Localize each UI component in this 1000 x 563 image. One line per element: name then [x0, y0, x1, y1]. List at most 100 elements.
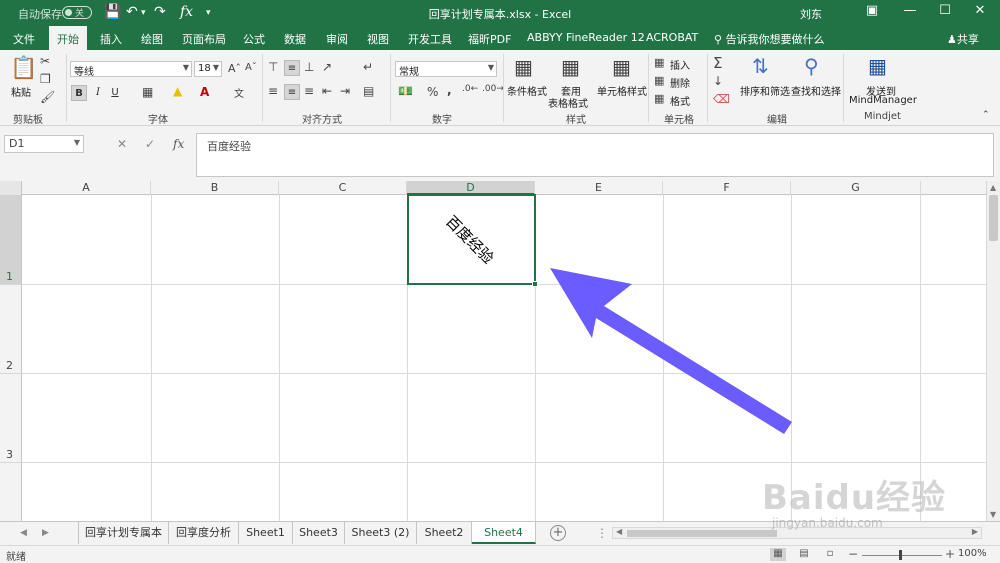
sheet-tab[interactable]: 回享度分析 — [169, 522, 239, 544]
wrap-text-icon[interactable]: ↵ — [363, 60, 373, 74]
save-icon[interactable]: 💾 — [104, 4, 121, 20]
align-left-icon[interactable]: ≡ — [268, 84, 278, 98]
user-name[interactable]: 刘东 — [800, 6, 822, 22]
tab-view[interactable]: 视图 — [367, 31, 389, 47]
mindmanager-icon[interactable]: ▦ — [868, 54, 887, 78]
name-box[interactable]: D1 ▼ — [4, 135, 84, 153]
decrease-font-icon[interactable]: Aˇ — [245, 62, 257, 73]
insert-function-button[interactable]: fx — [173, 137, 184, 151]
column-header-e[interactable]: E — [535, 181, 663, 195]
italic-button[interactable]: I — [90, 85, 106, 101]
decrease-indent-icon[interactable]: ⇤ — [322, 84, 332, 98]
accounting-format-icon[interactable]: 💵 — [398, 84, 413, 98]
tab-page-layout[interactable]: 页面布局 — [182, 31, 226, 47]
tell-me-search[interactable]: ⚲ 告诉我你想要做什么 — [714, 31, 825, 47]
borders-icon[interactable]: ▦ — [142, 85, 153, 99]
page-break-view-icon[interactable]: ▫ — [822, 548, 838, 561]
align-middle-button[interactable]: ≡ — [284, 60, 300, 76]
tab-developer[interactable]: 开发工具 — [408, 31, 452, 47]
sort-filter-icon[interactable]: ⇅ — [752, 54, 769, 78]
cell-styles-icon[interactable]: ▦ — [612, 55, 631, 79]
align-center-button[interactable]: ≡ — [284, 84, 300, 100]
cancel-icon[interactable]: ✕ — [117, 137, 127, 151]
comma-button[interactable]: , — [447, 83, 452, 97]
undo-dropdown-icon[interactable]: ▾ — [141, 8, 146, 18]
bold-button[interactable]: B — [71, 85, 87, 101]
cut-icon[interactable]: ✂ — [40, 54, 50, 68]
sheet-tab[interactable]: Sheet2 — [417, 522, 472, 544]
zoom-out-icon[interactable]: − — [848, 547, 858, 561]
row-header-4[interactable] — [0, 463, 22, 521]
fill-handle[interactable] — [532, 281, 538, 287]
collapse-ribbon-icon[interactable]: ⌃ — [982, 110, 990, 120]
orientation-icon[interactable]: ↗ — [322, 60, 332, 74]
font-color-icon[interactable]: A — [200, 85, 209, 99]
autosave-toggle[interactable]: 关 — [62, 6, 92, 19]
select-all-corner[interactable] — [0, 181, 22, 195]
more-sheets-icon[interactable]: ⋮ — [596, 526, 608, 540]
next-sheet-icon[interactable]: ▶ — [42, 528, 49, 538]
autosum-button[interactable]: Σ — [713, 54, 722, 72]
row-header-2[interactable]: 2 — [0, 285, 22, 374]
cell-styles-label[interactable]: 单元格样式 — [597, 83, 647, 98]
zoom-level[interactable]: 100% — [958, 548, 987, 559]
underline-button[interactable]: U — [107, 85, 123, 101]
prev-sheet-icon[interactable]: ◀ — [20, 528, 27, 538]
align-top-icon[interactable]: ⊤ — [268, 60, 278, 74]
add-sheet-button[interactable]: + — [550, 525, 566, 541]
undo-icon[interactable]: ↶ — [126, 4, 138, 20]
send-to-label-2[interactable]: MindManager — [849, 95, 917, 106]
increase-indent-icon[interactable]: ⇥ — [340, 84, 350, 98]
ribbon-display-icon[interactable]: ▣ — [862, 3, 882, 18]
copy-icon[interactable]: ❐ — [40, 72, 51, 86]
align-right-icon[interactable]: ≡ — [304, 84, 314, 98]
insert-cells-icon[interactable]: ▦ — [654, 56, 664, 69]
format-painter-icon[interactable]: 🖌 — [40, 90, 55, 104]
font-size-combo[interactable]: 18 ▼ — [194, 61, 222, 77]
align-bottom-icon[interactable]: ⊥ — [304, 60, 314, 74]
tab-abbyy[interactable]: ABBYY FineReader 12 — [527, 31, 645, 44]
fill-icon[interactable]: ↓ — [713, 74, 723, 88]
tab-formulas[interactable]: 公式 — [243, 31, 265, 47]
sheet-tab[interactable]: Sheet1 — [239, 522, 293, 544]
fill-color-icon[interactable]: ▲ — [173, 84, 182, 98]
paste-icon[interactable]: 📋 — [10, 56, 37, 81]
zoom-slider-knob[interactable] — [899, 550, 902, 560]
increase-font-icon[interactable]: Aˆ — [228, 62, 241, 75]
row-header-1[interactable]: 1 — [0, 195, 22, 285]
number-format-combo[interactable]: 常规 ▼ — [395, 61, 497, 78]
table-format-label-2[interactable]: 表格格式 — [548, 95, 588, 110]
merge-center-icon[interactable]: ▤ — [363, 84, 374, 98]
sort-filter-label[interactable]: 排序和筛选 — [740, 83, 790, 98]
conditional-format-label[interactable]: 条件格式 — [507, 83, 547, 98]
tab-review[interactable]: 审阅 — [326, 31, 348, 47]
find-select-label[interactable]: 查找和选择 — [791, 83, 841, 98]
redo-icon[interactable]: ↷ — [154, 4, 166, 20]
insert-cells-label[interactable]: 插入 — [670, 57, 690, 72]
share-button[interactable]: ♟共享 — [947, 31, 979, 47]
column-header-b[interactable]: B — [151, 181, 279, 195]
conditional-format-icon[interactable]: ▦ — [514, 55, 533, 79]
minimize-icon[interactable]: — — [900, 3, 920, 18]
font-name-combo[interactable]: 等线 ▼ — [70, 61, 192, 78]
scroll-left-icon[interactable]: ◀ — [616, 527, 622, 536]
column-header-a[interactable]: A — [22, 181, 151, 195]
tab-data[interactable]: 数据 — [284, 31, 306, 47]
sheet-tab-active[interactable]: Sheet4 — [472, 522, 536, 544]
enter-icon[interactable]: ✓ — [145, 137, 155, 151]
zoom-slider-track[interactable] — [862, 555, 942, 556]
customize-toolbar-icon[interactable]: ▾ — [206, 8, 211, 18]
sheet-tab[interactable]: 回享计划专属本 — [79, 522, 169, 544]
format-cells-label[interactable]: 格式 — [670, 93, 690, 108]
column-header-d[interactable]: D — [407, 181, 535, 195]
column-header-g[interactable]: G — [791, 181, 921, 195]
formula-input[interactable]: 百度经验 — [196, 133, 994, 177]
paste-label[interactable]: 粘贴 — [11, 84, 31, 99]
page-layout-view-icon[interactable]: ▤ — [796, 548, 812, 561]
column-header-f[interactable]: F — [663, 181, 791, 195]
fx-quick-icon[interactable]: fx — [180, 4, 193, 20]
percent-button[interactable]: % — [427, 85, 438, 99]
clear-icon[interactable]: ⌫ — [713, 92, 730, 106]
zoom-in-icon[interactable]: + — [945, 547, 955, 561]
close-icon[interactable]: ✕ — [970, 3, 990, 18]
